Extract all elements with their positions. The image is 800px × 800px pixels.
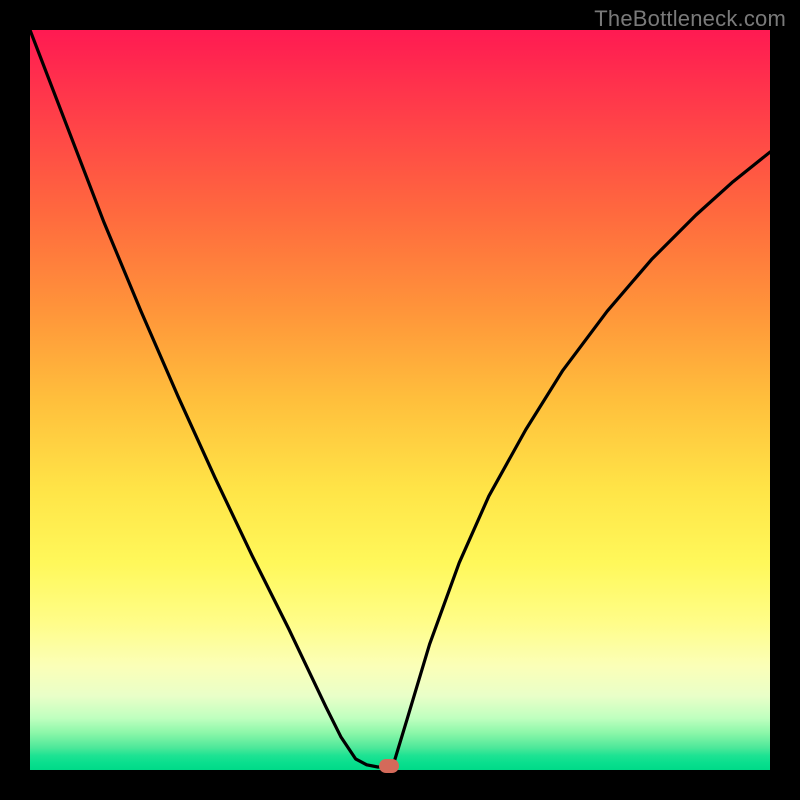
curve-path <box>30 30 770 767</box>
bottleneck-curve <box>30 30 770 770</box>
plot-area <box>30 30 770 770</box>
minimum-marker <box>379 759 399 773</box>
chart-frame: TheBottleneck.com <box>0 0 800 800</box>
watermark-text: TheBottleneck.com <box>594 6 786 32</box>
